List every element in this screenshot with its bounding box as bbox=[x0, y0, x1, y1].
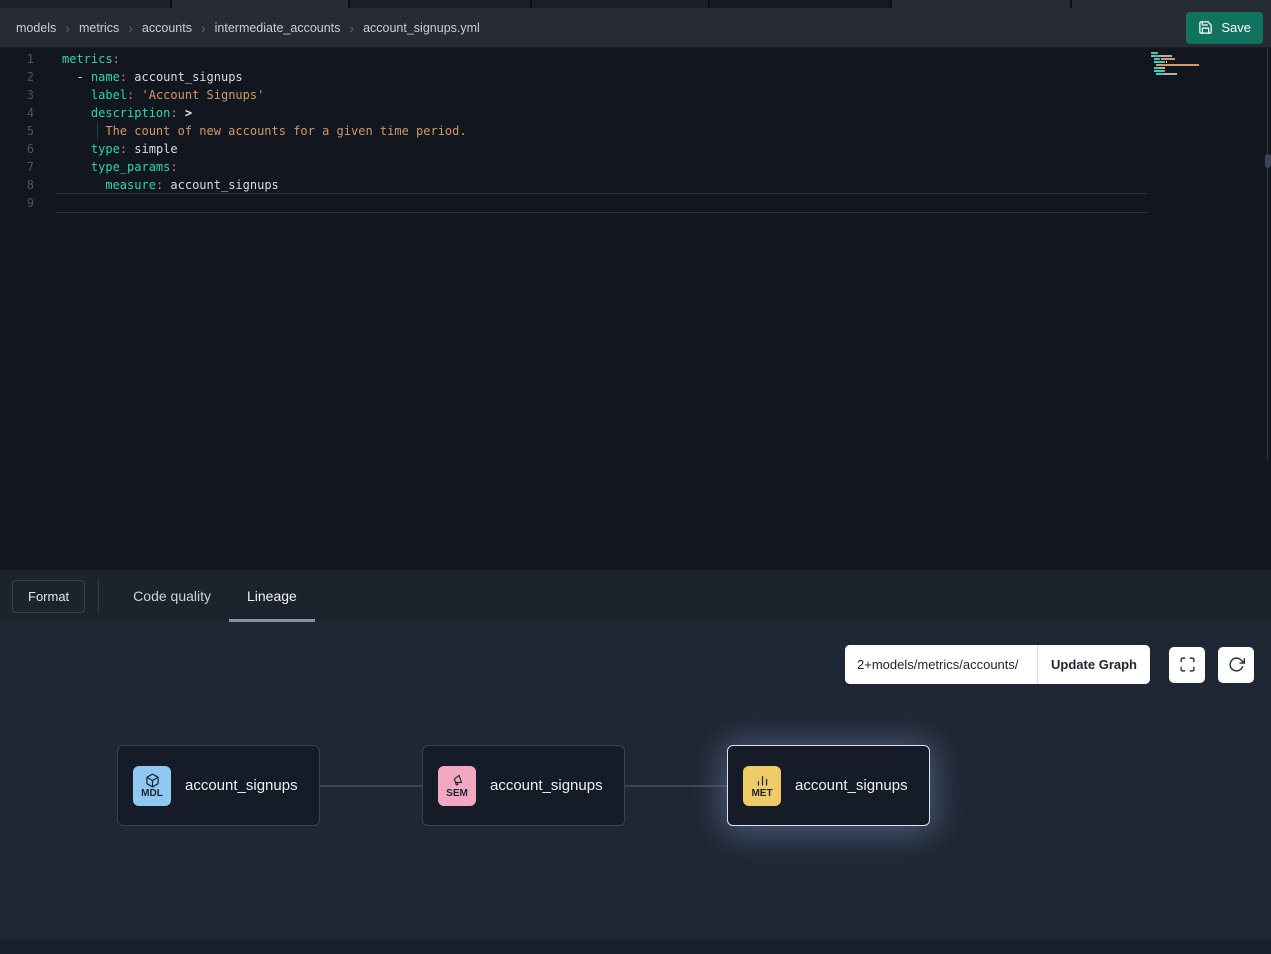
minimap-line bbox=[1151, 55, 1213, 57]
window-tab-7[interactable] bbox=[1072, 0, 1271, 8]
breadcrumb-item[interactable]: models bbox=[16, 21, 56, 35]
lineage-edge bbox=[320, 785, 422, 787]
code-line-text: The count of new accounts for a given ti… bbox=[34, 122, 467, 140]
lineage-edge bbox=[625, 785, 727, 787]
node-label: account_signups bbox=[490, 777, 603, 794]
code-line-text: type: simple bbox=[34, 140, 178, 158]
code-line[interactable]: 4 description: > bbox=[0, 104, 1271, 122]
panel-tabs: Code qualityLineage bbox=[115, 570, 315, 622]
code-line[interactable]: 1metrics: bbox=[0, 50, 1271, 68]
format-button[interactable]: Format bbox=[12, 580, 85, 613]
fullscreen-button[interactable] bbox=[1169, 647, 1205, 683]
minimap-line bbox=[1151, 64, 1213, 66]
window-tab-5[interactable] bbox=[710, 0, 890, 8]
node-badge-label: MET bbox=[751, 789, 772, 799]
line-number: 7 bbox=[0, 158, 34, 176]
lineage-node-sem[interactable]: SEM account_signups bbox=[422, 745, 625, 826]
refresh-icon bbox=[1228, 656, 1245, 673]
minimap-line bbox=[1151, 58, 1213, 60]
code-lines: 1metrics:2 - name: account_signups3 labe… bbox=[0, 50, 1271, 212]
fullscreen-icon bbox=[1179, 656, 1196, 673]
line-number: 5 bbox=[0, 122, 34, 140]
megaphone-icon bbox=[450, 773, 465, 788]
panel-header: Format Code qualityLineage bbox=[0, 570, 1271, 622]
code-line-text bbox=[34, 194, 62, 212]
line-number: 1 bbox=[0, 50, 34, 68]
lineage-selector-input[interactable] bbox=[845, 645, 1037, 684]
editor-scrollbar-thumb[interactable] bbox=[1265, 154, 1271, 168]
update-graph-button[interactable]: Update Graph bbox=[1037, 645, 1150, 684]
editor-tab-strip bbox=[0, 0, 1271, 8]
node-label: account_signups bbox=[185, 777, 298, 794]
window-tab-1[interactable] bbox=[0, 0, 170, 8]
bottom-strip bbox=[0, 940, 1271, 954]
window-tab-4[interactable] bbox=[532, 0, 708, 8]
refresh-button[interactable] bbox=[1218, 647, 1254, 683]
breadcrumb-separator: › bbox=[201, 21, 206, 35]
code-line-text: type_params: bbox=[34, 158, 178, 176]
code-line[interactable]: 7 type_params: bbox=[0, 158, 1271, 176]
breadcrumb-separator: › bbox=[349, 21, 354, 35]
window-tab-2[interactable] bbox=[172, 0, 348, 8]
minimap-line bbox=[1151, 70, 1213, 72]
panel-divider bbox=[98, 579, 99, 613]
node-label: account_signups bbox=[795, 777, 908, 794]
lineage-selector-group: Update Graph bbox=[845, 645, 1150, 684]
breadcrumb-item[interactable]: intermediate_accounts bbox=[215, 21, 341, 35]
code-line[interactable]: 2 - name: account_signups bbox=[0, 68, 1271, 86]
line-number: 6 bbox=[0, 140, 34, 158]
lineage-node-met[interactable]: MET account_signups bbox=[727, 745, 930, 826]
breadcrumb-separator: › bbox=[128, 21, 133, 35]
code-line-text: metrics: bbox=[34, 50, 120, 68]
line-number: 2 bbox=[0, 68, 34, 86]
breadcrumb: models › metrics › accounts › intermediate_acc… bbox=[16, 21, 480, 35]
breadcrumb-item[interactable]: metrics bbox=[79, 21, 119, 35]
minimap[interactable] bbox=[1151, 52, 1213, 78]
save-button[interactable]: Save bbox=[1186, 12, 1263, 44]
breadcrumb-bar: models › metrics › accounts › intermediate_acc… bbox=[0, 8, 1271, 48]
save-icon bbox=[1198, 20, 1213, 35]
minimap-line bbox=[1151, 52, 1213, 54]
window-tab-3[interactable] bbox=[350, 0, 530, 8]
window-tab-6[interactable] bbox=[892, 0, 1070, 8]
panel-tab-lineage[interactable]: Lineage bbox=[229, 570, 315, 622]
editor-scrollbar-track bbox=[1267, 48, 1268, 460]
lineage-canvas[interactable]: Update Graph MDL account_signups SEM accoun… bbox=[0, 622, 1271, 940]
node-badge-label: SEM bbox=[446, 789, 468, 799]
code-editor[interactable]: 1metrics:2 - name: account_signups3 labe… bbox=[0, 48, 1271, 570]
panel-tab-code-quality[interactable]: Code quality bbox=[115, 570, 229, 622]
code-line[interactable]: 3 label: 'Account Signups' bbox=[0, 86, 1271, 104]
bottom-panel: Format Code qualityLineage Update Graph … bbox=[0, 570, 1271, 954]
code-line[interactable]: 9 bbox=[0, 194, 1271, 212]
lineage-node-mdl[interactable]: MDL account_signups bbox=[117, 745, 320, 826]
code-line-text: measure: account_signups bbox=[34, 176, 279, 194]
cube-icon bbox=[145, 773, 160, 788]
code-line-text: description: > bbox=[34, 104, 192, 122]
line-number: 4 bbox=[0, 104, 34, 122]
lineage-toolbar: Update Graph bbox=[845, 645, 1254, 684]
bar-chart-icon bbox=[755, 773, 770, 788]
code-line[interactable]: 6 type: simple bbox=[0, 140, 1271, 158]
code-line-text: label: 'Account Signups' bbox=[34, 86, 264, 104]
minimap-line bbox=[1151, 76, 1213, 78]
line-number: 3 bbox=[0, 86, 34, 104]
minimap-line bbox=[1151, 73, 1213, 75]
save-button-label: Save bbox=[1221, 20, 1251, 35]
breadcrumb-item[interactable]: accounts bbox=[142, 21, 192, 35]
node-badge-mdl: MDL bbox=[133, 766, 171, 806]
node-badge-sem: SEM bbox=[438, 766, 476, 806]
code-line-text: - name: account_signups bbox=[34, 68, 243, 86]
minimap-line bbox=[1151, 61, 1213, 63]
node-badge-met: MET bbox=[743, 766, 781, 806]
minimap-line bbox=[1151, 67, 1213, 69]
code-line[interactable]: 8 measure: account_signups bbox=[0, 176, 1271, 194]
line-number: 8 bbox=[0, 176, 34, 194]
breadcrumb-separator: › bbox=[65, 21, 70, 35]
line-number: 9 bbox=[0, 194, 34, 212]
code-line[interactable]: 5 The count of new accounts for a given … bbox=[0, 122, 1271, 140]
node-badge-label: MDL bbox=[141, 789, 163, 799]
breadcrumb-item[interactable]: account_signups.yml bbox=[363, 21, 480, 35]
